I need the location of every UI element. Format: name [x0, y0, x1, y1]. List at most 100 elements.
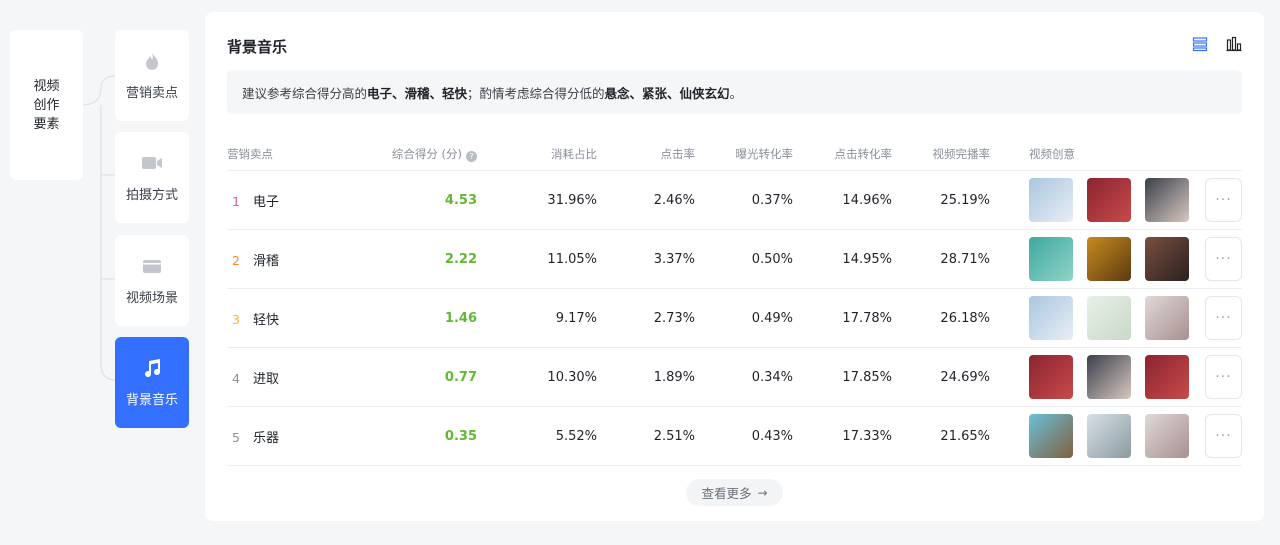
nav-card-shooting-method[interactable]: 拍摄方式	[115, 132, 189, 223]
more-options-button[interactable]: ···	[1205, 355, 1242, 399]
tip-middle: ；酌情考虑综合得分低的	[467, 85, 605, 101]
row-exposure: 0.43%	[751, 428, 793, 444]
row-ctr: 2.46%	[653, 192, 695, 208]
video-thumbnail[interactable]	[1087, 178, 1131, 222]
header-video: 视频创意	[1029, 147, 1075, 161]
row-ctr: 2.51%	[653, 428, 695, 444]
video-thumbnail[interactable]	[1145, 178, 1189, 222]
video-thumbnail[interactable]	[1029, 296, 1073, 340]
table-header: 营销卖点 综合得分 (分)? 消耗占比 点击率 曝光转化率 点击转化率 视频完播…	[227, 138, 1242, 171]
table-row: 2 滑稽 2.22 11.05% 3.37% 0.50% 14.95% 28.71…	[227, 230, 1242, 289]
more-options-button[interactable]: ···	[1205, 296, 1242, 340]
video-thumbnail[interactable]	[1087, 414, 1131, 458]
see-more-button[interactable]: 查看更多 →	[686, 479, 783, 506]
header-exposure: 曝光转化率	[735, 147, 794, 161]
root-element-card: 视频创作要素	[10, 30, 83, 180]
row-rank: 2	[232, 252, 240, 268]
video-thumbnail[interactable]	[1087, 237, 1131, 281]
panel-title: 背景音乐	[227, 38, 288, 56]
more-options-button[interactable]: ···	[1205, 178, 1242, 222]
header-score: 综合得分 (分)?	[392, 146, 477, 162]
music-note-icon	[141, 357, 163, 379]
nav-card-selling-points[interactable]: 营销卖点	[115, 30, 189, 121]
row-completion: 28.71%	[940, 251, 990, 267]
suggestion-tip: 建议参考综合得分高的 电子、滑稽、轻快 ；酌情考虑综合得分低的 悬念、紧张、仙侠…	[227, 70, 1242, 114]
row-click-conv: 17.85%	[842, 369, 892, 385]
row-video-thumbnails	[1029, 178, 1189, 222]
video-thumbnail[interactable]	[1029, 355, 1073, 399]
arrow-right-icon: →	[757, 485, 768, 500]
table-row: 4 进取 0.77 10.30% 1.89% 0.34% 17.85% 24.69…	[227, 348, 1242, 407]
nav-label-selling-points: 营销卖点	[125, 86, 178, 101]
row-cost: 11.05%	[547, 251, 597, 267]
video-thumbnail[interactable]	[1145, 355, 1189, 399]
row-ctr: 1.89%	[653, 369, 695, 385]
video-thumbnail[interactable]	[1145, 296, 1189, 340]
header-name: 营销卖点	[227, 147, 273, 161]
header-click-conv: 点击转化率	[834, 147, 893, 161]
row-completion: 24.69%	[940, 369, 990, 385]
see-more-label: 查看更多	[701, 486, 752, 501]
help-icon[interactable]: ?	[466, 151, 477, 162]
clapperboard-icon	[141, 255, 163, 277]
row-music-name: 滑稽	[253, 253, 280, 269]
row-video-thumbnails	[1029, 414, 1189, 458]
nav-card-video-scene[interactable]: 视频场景	[115, 235, 189, 326]
bar-chart-view-icon[interactable]	[1226, 36, 1242, 52]
view-toggle	[1192, 36, 1242, 52]
nav-card-background-music[interactable]: 背景音乐	[115, 337, 189, 428]
tip-suffix: 。	[729, 85, 743, 101]
row-ctr: 2.73%	[653, 310, 695, 326]
row-video-thumbnails	[1029, 237, 1189, 281]
row-rank: 3	[232, 311, 240, 327]
row-name-cell: 3 轻快	[227, 309, 279, 328]
video-thumbnail[interactable]	[1029, 237, 1073, 281]
table-row: 3 轻快 1.46 9.17% 2.73% 0.49% 17.78% 26.18%…	[227, 289, 1242, 348]
row-completion: 21.65%	[940, 428, 990, 444]
nav-label-shooting-method: 拍摄方式	[125, 188, 178, 203]
more-options-button[interactable]: ···	[1205, 237, 1242, 281]
video-thumbnail[interactable]	[1029, 178, 1073, 222]
row-completion: 25.19%	[940, 192, 990, 208]
header-completion: 视频完播率	[932, 147, 991, 161]
tip-low-score-items: 悬念、紧张、仙侠玄幻	[604, 85, 730, 101]
tip-high-score-items: 电子、滑稽、轻快	[367, 85, 468, 101]
flame-icon	[141, 50, 163, 72]
video-thumbnail[interactable]	[1087, 296, 1131, 340]
list-view-icon[interactable]	[1192, 36, 1208, 52]
header-score-label: 综合得分 (分)	[391, 147, 462, 161]
row-video-thumbnails	[1029, 355, 1189, 399]
row-name-cell: 2 滑稽	[227, 250, 279, 269]
table-row: 1 电子 4.53 31.96% 2.46% 0.37% 14.96% 25.19…	[227, 171, 1242, 230]
row-cost: 10.30%	[547, 369, 597, 385]
row-rank: 5	[232, 429, 240, 445]
music-table: 营销卖点 综合得分 (分)? 消耗占比 点击率 曝光转化率 点击转化率 视频完播…	[227, 138, 1242, 466]
row-click-conv: 14.95%	[842, 251, 892, 267]
more-options-button[interactable]: ···	[1205, 414, 1242, 458]
video-camera-icon	[141, 152, 163, 174]
row-music-name: 乐器	[253, 430, 280, 446]
table-row: 5 乐器 0.35 5.52% 2.51% 0.43% 17.33% 21.65%…	[227, 407, 1242, 466]
main-panel: 背景音乐 建议参考综合得分高的 电子、滑稽、轻快 ；酌情考虑综合得分低的 悬念、…	[205, 12, 1264, 521]
row-score: 1.46	[444, 310, 477, 326]
row-exposure: 0.34%	[751, 369, 793, 385]
row-cost: 31.96%	[547, 192, 597, 208]
header-cost: 消耗占比	[551, 147, 597, 161]
row-click-conv: 17.33%	[842, 428, 892, 444]
row-name-cell: 1 电子	[227, 191, 279, 210]
row-cost: 5.52%	[555, 428, 597, 444]
row-exposure: 0.50%	[751, 251, 793, 267]
row-music-name: 电子	[253, 194, 280, 210]
video-thumbnail[interactable]	[1087, 355, 1131, 399]
row-score: 0.35	[444, 428, 477, 444]
row-name-cell: 5 乐器	[227, 427, 279, 446]
row-exposure: 0.37%	[751, 192, 793, 208]
video-thumbnail[interactable]	[1029, 414, 1073, 458]
nav-label-background-music: 背景音乐	[125, 393, 178, 408]
row-click-conv: 17.78%	[842, 310, 892, 326]
video-thumbnail[interactable]	[1145, 237, 1189, 281]
row-click-conv: 14.96%	[842, 192, 892, 208]
row-music-name: 轻快	[253, 312, 280, 328]
row-music-name: 进取	[253, 371, 280, 387]
video-thumbnail[interactable]	[1145, 414, 1189, 458]
